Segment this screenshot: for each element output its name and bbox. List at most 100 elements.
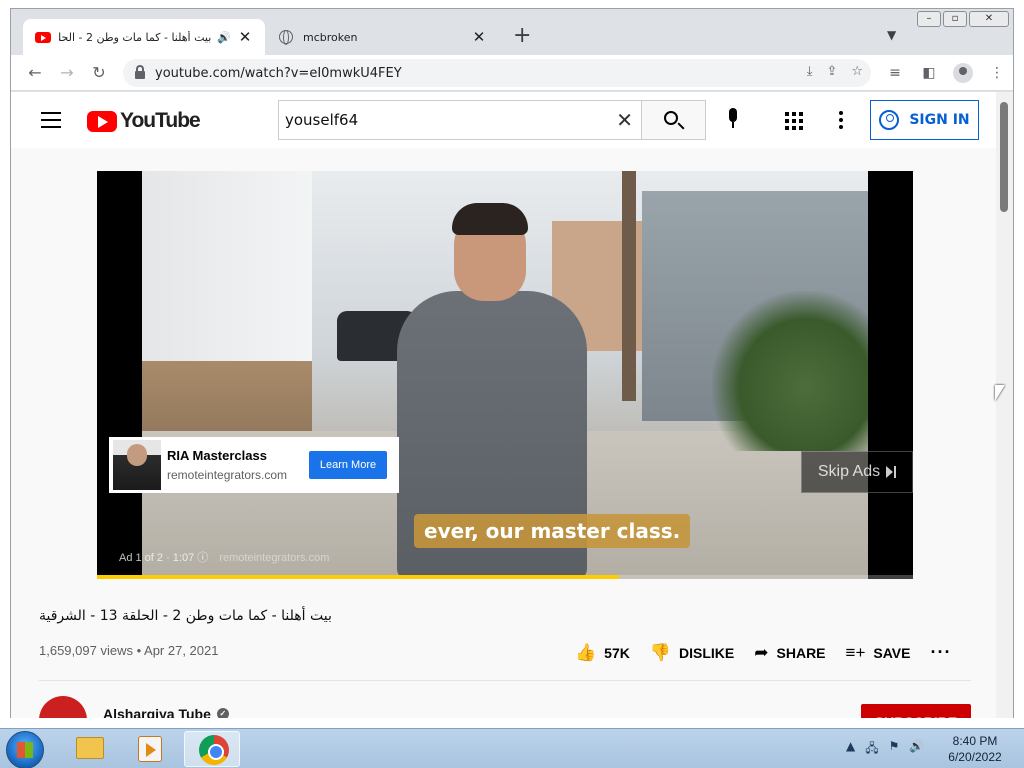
new-tab-button[interactable]: + <box>513 25 531 47</box>
action-center-flag-icon[interactable]: ⚑ <box>889 739 900 760</box>
windows-taskbar: ▲ 🖧 ⚑ 🔊 8:40 PM 6/20/2022 <box>0 728 1024 768</box>
clear-search-icon[interactable]: ✕ <box>616 108 633 132</box>
account-circle-icon <box>879 110 900 130</box>
ad-progress-bar <box>97 575 913 579</box>
browser-toolbar: ← → ↻ youtube.com/watch?v=eI0mwkU4FEY ⤓ … <box>11 55 1013 91</box>
save-button[interactable]: ≡+ SAVE <box>846 643 911 663</box>
skip-ads-label: Skip Ads <box>817 463 881 480</box>
ad-thumbnail[interactable] <box>113 440 161 490</box>
globe-favicon-icon <box>279 30 293 45</box>
apps-grid-icon[interactable] <box>785 112 803 130</box>
ad-counter-domain[interactable]: remoteintegrators.com <box>219 552 329 564</box>
scrollbar-thumb[interactable] <box>1000 102 1008 212</box>
sign-in-button[interactable]: SIGN IN <box>870 100 979 140</box>
share-label: SHARE <box>776 644 826 661</box>
skip-ads-button[interactable]: Skip Ads <box>801 451 913 493</box>
subscribe-button[interactable]: SUBSCRIBE <box>861 704 971 718</box>
address-bar[interactable]: youtube.com/watch?v=eI0mwkU4FEY ⤓ ⇪ ☆ <box>123 59 871 87</box>
youtube-logo[interactable]: YouTube <box>87 109 201 133</box>
upload-date: Apr 27, 2021 <box>144 643 219 658</box>
tab-strip: بيت أهلنا - كما مات وطن 2 - الحلقة 13 🔊 … <box>11 9 1013 55</box>
ad-counter: Ad 1 of 2 · 1:07 ⓘ remoteintegrators.com <box>119 549 329 565</box>
volume-icon[interactable]: 🔊 <box>909 739 924 760</box>
ad-counter-text: Ad 1 of 2 · 1:07 ⓘ <box>119 552 209 564</box>
ad-title[interactable]: RIA Masterclass <box>167 448 309 463</box>
view-count: 1,659,097 views <box>39 643 133 658</box>
minimize-icon[interactable]: – <box>917 11 941 27</box>
page-scrollbar[interactable] <box>996 92 1013 718</box>
youtube-header: YouTube youself64 ✕ SIGN IN <box>11 92 996 148</box>
tab-mcbroken[interactable]: mcbroken ✕ <box>267 19 499 55</box>
youtube-wordmark: YouTube <box>120 109 201 132</box>
browser-window: بيت أهلنا - كما مات وطن 2 - الحلقة 13 🔊 … <box>10 8 1014 718</box>
sign-in-label: SIGN IN <box>909 112 970 128</box>
maximize-icon[interactable]: ▫ <box>943 11 967 27</box>
chrome-icon <box>199 735 229 765</box>
install-app-icon[interactable]: ⤓ <box>807 64 813 79</box>
divider <box>39 680 971 681</box>
profile-avatar-icon[interactable] <box>953 63 973 83</box>
hamburger-menu-icon[interactable] <box>41 112 61 128</box>
taskbar-explorer[interactable] <box>62 731 118 767</box>
folder-icon <box>76 737 104 759</box>
microphone-icon[interactable] <box>727 108 739 134</box>
share-arrow-icon: ➦ <box>754 642 769 662</box>
browser-menu-icon[interactable]: ⋮ <box>985 61 1009 85</box>
video-title: بيت أهلنا - كما مات وطن 2 - الحلقة 13 - … <box>39 608 332 624</box>
video-player[interactable]: ever, our master class. RIA Masterclass … <box>97 171 913 579</box>
video-caption: ever, our master class. <box>414 514 691 548</box>
media-player-icon <box>138 736 162 762</box>
thumbs-up-icon: 👍 <box>575 642 597 662</box>
system-clock[interactable]: 8:40 PM 6/20/2022 <box>940 733 1010 765</box>
channel-name[interactable]: Alsharqiya Tube <box>103 706 211 718</box>
learn-more-button[interactable]: Learn More <box>309 451 387 479</box>
bookmark-star-icon[interactable]: ☆ <box>851 64 863 79</box>
tab-youtube-video[interactable]: بيت أهلنا - كما مات وطن 2 - الحلقة 13 🔊 … <box>23 19 265 55</box>
settings-more-icon[interactable] <box>839 111 843 129</box>
search-button[interactable] <box>642 100 706 140</box>
share-button[interactable]: ➦ SHARE <box>754 643 825 663</box>
tab-search-chevron-icon[interactable]: ▼ <box>887 28 896 42</box>
url-text: youtube.com/watch?v=eI0mwkU4FEY <box>155 65 402 81</box>
save-label: SAVE <box>873 644 911 661</box>
video-frame: ever, our master class. <box>142 171 868 579</box>
skip-next-icon <box>886 466 897 478</box>
speaker-icon[interactable]: 🔊 <box>217 31 231 44</box>
dislike-button[interactable]: 👎 DISLIKE <box>650 643 734 663</box>
like-button[interactable]: 👍 57K <box>575 643 630 663</box>
more-actions-icon[interactable]: ··· <box>930 642 951 663</box>
lock-icon[interactable] <box>135 65 145 79</box>
window-controls: – ▫ ✕ <box>917 11 1009 27</box>
tab-title: بيت أهلنا - كما مات وطن 2 - الحلقة 13 <box>59 30 212 44</box>
side-panel-icon[interactable]: ◧ <box>917 61 941 85</box>
search-input[interactable]: youself64 ✕ <box>278 100 642 140</box>
forward-arrow-icon[interactable]: → <box>55 61 79 85</box>
clock-date: 6/20/2022 <box>948 750 1002 764</box>
media-queue-icon[interactable]: ≡ <box>883 61 907 85</box>
close-tab-icon[interactable]: ✕ <box>237 28 253 46</box>
reload-icon[interactable]: ↻ <box>87 61 111 85</box>
start-button-icon[interactable] <box>6 731 44 768</box>
channel-avatar[interactable] <box>39 696 87 718</box>
ad-progress-fill <box>97 575 620 579</box>
ad-overlay-card[interactable]: RIA Masterclass remoteintegrators.com Le… <box>109 437 399 493</box>
video-actions: 👍 57K 👎 DISLIKE ➦ SHARE ≡+ SAVE ··· <box>575 642 951 663</box>
search-icon <box>664 111 678 125</box>
taskbar-media-player[interactable] <box>122 731 178 767</box>
channel-link[interactable]: Alsharqiya Tube ✓ <box>103 706 229 718</box>
youtube-play-logo-icon <box>87 110 117 132</box>
close-window-icon[interactable]: ✕ <box>969 11 1009 27</box>
close-tab-icon[interactable]: ✕ <box>471 28 487 46</box>
clock-time: 8:40 PM <box>952 734 998 748</box>
video-meta: 1,659,097 views • Apr 27, 2021 <box>39 643 219 658</box>
desktop: بيت أهلنا - كما مات وطن 2 - الحلقة 13 🔊 … <box>0 0 1024 768</box>
system-tray: ▲ 🖧 ⚑ 🔊 <box>846 739 924 760</box>
mouse-cursor-icon <box>995 385 1005 401</box>
verified-check-icon: ✓ <box>216 708 229 718</box>
share-page-icon[interactable]: ⇪ <box>826 64 837 79</box>
network-icon[interactable]: 🖧 <box>865 739 878 760</box>
tray-expand-icon[interactable]: ▲ <box>846 739 855 760</box>
back-arrow-icon[interactable]: ← <box>23 61 47 85</box>
ad-domain[interactable]: remoteintegrators.com <box>167 468 309 482</box>
taskbar-chrome[interactable] <box>184 731 240 767</box>
